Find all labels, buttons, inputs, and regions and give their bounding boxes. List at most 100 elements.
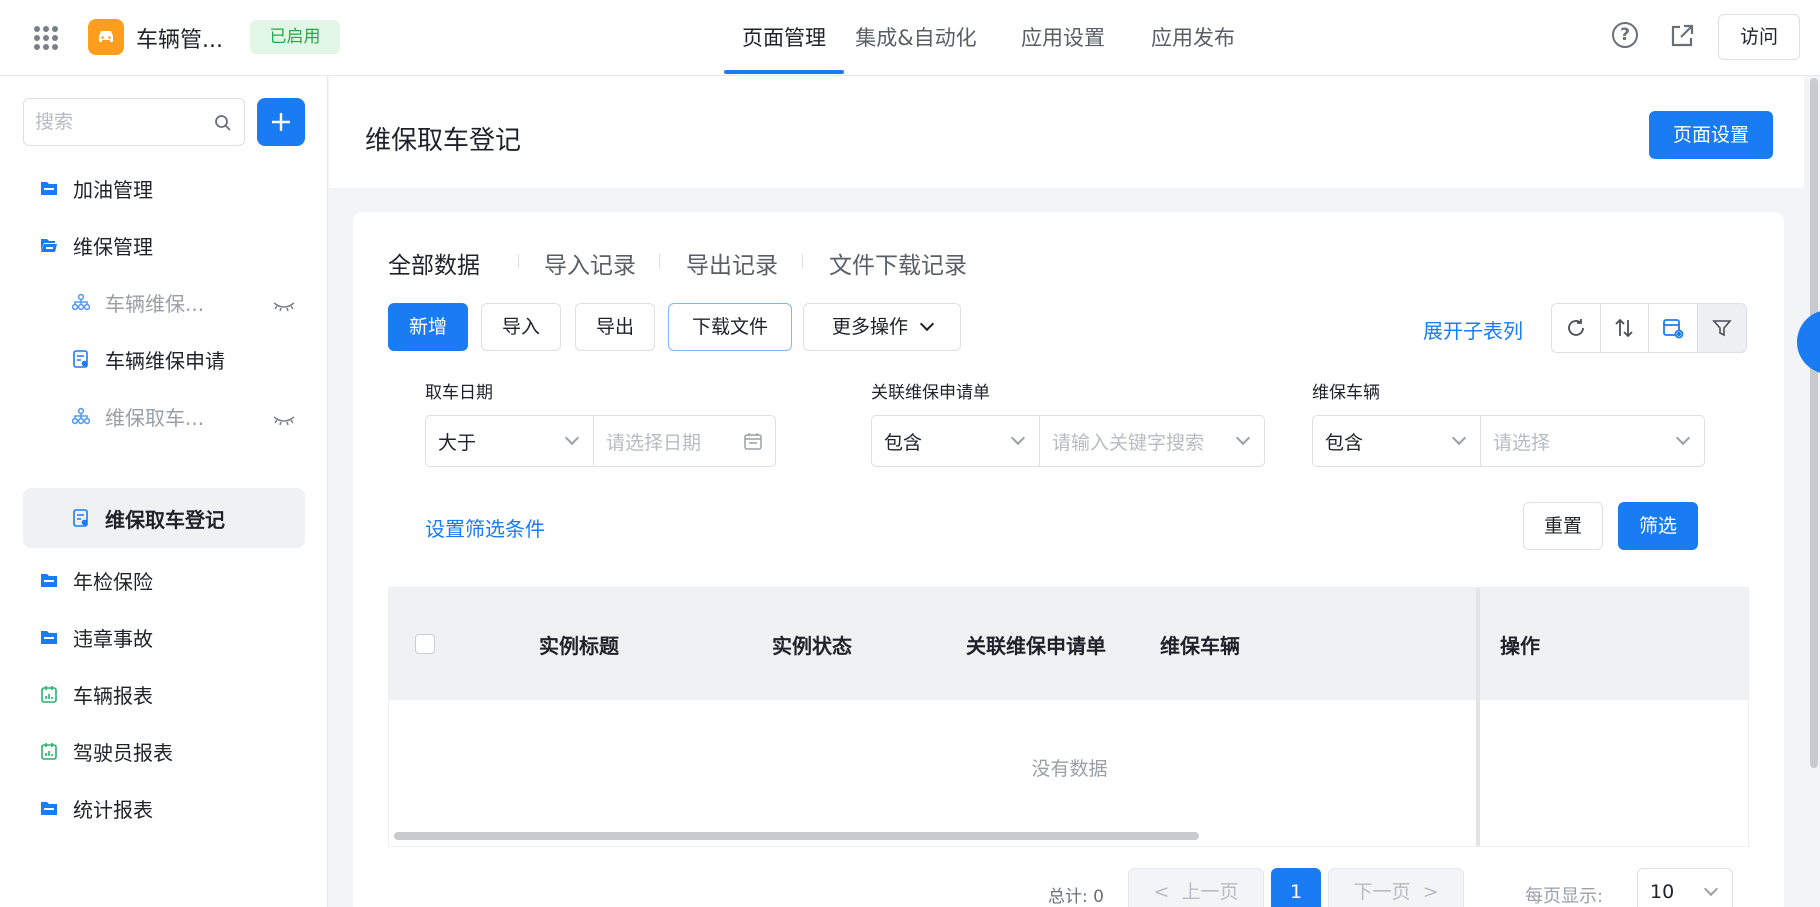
filter-label-linked-request: 关联维保申请单 bbox=[871, 383, 990, 403]
more-actions-label: 更多操作 bbox=[831, 316, 908, 338]
refresh-icon[interactable] bbox=[1552, 304, 1601, 352]
hidden-eye-icon[interactable] bbox=[273, 294, 295, 318]
next-page-button[interactable]: 下一页 > bbox=[1328, 868, 1464, 907]
page-number-current[interactable]: 1 bbox=[1271, 868, 1321, 907]
nav-app-publish[interactable]: 应用发布 bbox=[1140, 0, 1246, 76]
expand-subtable-link[interactable]: 展开子表列 bbox=[1423, 315, 1523, 344]
chevron-down-icon bbox=[919, 316, 935, 332]
folder-open-icon bbox=[39, 235, 59, 255]
status-badge: 已启用 bbox=[250, 20, 340, 54]
chevron-down-icon bbox=[1010, 430, 1026, 446]
folder-icon bbox=[39, 798, 59, 818]
nav-app-settings[interactable]: 应用设置 bbox=[1010, 0, 1116, 76]
visit-button[interactable]: 访问 bbox=[1718, 14, 1800, 60]
filter-operator-select[interactable]: 大于 bbox=[426, 416, 594, 466]
filter-label-vehicle: 维保车辆 bbox=[1312, 383, 1380, 403]
tab-divider bbox=[802, 254, 803, 268]
add-button[interactable]: 新增 bbox=[388, 303, 468, 351]
chevron-down-icon bbox=[1451, 430, 1467, 446]
sidebar-item-vehicle-maintenance-flow[interactable]: 车辆维保... bbox=[23, 272, 305, 332]
page-size-select[interactable]: 10 bbox=[1637, 868, 1733, 907]
chevron-down-icon bbox=[1235, 430, 1251, 446]
app-name[interactable]: 车辆管... bbox=[136, 22, 223, 54]
filter-label-pickup-date: 取车日期 bbox=[425, 383, 493, 403]
page-settings-button[interactable]: 页面设置 bbox=[1649, 111, 1773, 159]
download-file-button[interactable]: 下载文件 bbox=[668, 303, 792, 351]
external-link-icon[interactable] bbox=[1668, 22, 1696, 54]
app-grid-icon[interactable] bbox=[34, 26, 58, 50]
date-picker-input[interactable]: 请选择日期 bbox=[594, 416, 775, 466]
reset-button[interactable]: 重置 bbox=[1523, 502, 1603, 550]
sidebar-item-violations[interactable]: 违章事故 bbox=[23, 607, 305, 667]
sort-icon[interactable] bbox=[1601, 304, 1649, 352]
add-page-button[interactable] bbox=[257, 98, 305, 146]
tab-export-records[interactable]: 导出记录 bbox=[686, 246, 778, 280]
sidebar-item-fuel[interactable]: 加油管理 bbox=[23, 158, 305, 218]
filter-icon[interactable] bbox=[1697, 304, 1746, 352]
tab-all-data[interactable]: 全部数据 bbox=[388, 246, 480, 280]
nav-page-management[interactable]: 页面管理 bbox=[702, 0, 866, 76]
form-icon bbox=[71, 508, 91, 528]
search-input[interactable] bbox=[35, 109, 205, 135]
page-header: 维保取车登记 页面设置 bbox=[329, 76, 1804, 188]
data-table: 实例标题 实例状态 关联维保申请单 维保车辆 操作 没有数据 bbox=[388, 587, 1749, 847]
column-header-title[interactable]: 实例标题 bbox=[539, 630, 619, 659]
horizontal-scrollbar[interactable] bbox=[394, 832, 1199, 840]
nav-integration-automation[interactable]: 集成&自动化 bbox=[846, 0, 986, 76]
sidebar-item-pickup-registration[interactable]: 维保取车登记 bbox=[23, 488, 305, 548]
empty-state-text: 没有数据 bbox=[1031, 758, 1108, 780]
sidebar-item-vehicle-report[interactable]: 车辆报表 bbox=[23, 664, 305, 724]
sidebar-item-maintenance[interactable]: 维保管理 bbox=[23, 215, 305, 275]
sidebar-item-statistics[interactable]: 统计报表 bbox=[23, 778, 305, 838]
sidebar-search[interactable] bbox=[23, 98, 245, 146]
set-filter-conditions-link[interactable]: 设置筛选条件 bbox=[425, 513, 545, 542]
chevron-left-icon: < bbox=[1153, 881, 1170, 903]
operations-column: 操作 bbox=[1476, 588, 1748, 846]
operations-header-cell: 操作 bbox=[1480, 588, 1748, 700]
tab-divider bbox=[518, 254, 519, 268]
tab-file-download-records[interactable]: 文件下载记录 bbox=[829, 246, 967, 280]
sidebar-item-pickup-flow[interactable]: 维保取车... bbox=[23, 386, 305, 446]
hidden-eye-icon[interactable] bbox=[273, 408, 295, 432]
page-title: 维保取车登记 bbox=[365, 126, 522, 156]
prev-page-button[interactable]: < 上一页 bbox=[1128, 868, 1264, 907]
tab-import-records[interactable]: 导入记录 bbox=[544, 246, 636, 280]
workflow-icon bbox=[71, 406, 91, 426]
chevron-right-icon: > bbox=[1422, 881, 1439, 903]
apply-filter-button[interactable]: 筛选 bbox=[1618, 502, 1698, 550]
total-count: 总计: 0 bbox=[1048, 887, 1104, 907]
column-header-linked-request[interactable]: 关联维保申请单 bbox=[966, 630, 1106, 659]
sidebar-item-inspection-insurance[interactable]: 年检保险 bbox=[23, 550, 305, 610]
export-button[interactable]: 导出 bbox=[575, 303, 655, 351]
help-icon[interactable]: ? bbox=[1612, 22, 1638, 48]
vehicle-select[interactable]: 请选择 bbox=[1481, 416, 1704, 466]
column-header-status[interactable]: 实例状态 bbox=[772, 630, 852, 659]
top-bar: 车辆管... 已启用 页面管理 集成&自动化 应用设置 应用发布 ? 访问 bbox=[0, 0, 1820, 76]
form-icon bbox=[71, 349, 91, 369]
calendar-icon bbox=[744, 433, 762, 450]
vertical-scrollbar[interactable] bbox=[1810, 78, 1818, 768]
filter-vehicle: 包含 请选择 bbox=[1312, 415, 1705, 467]
sidebar-item-vehicle-maintenance-request[interactable]: 车辆维保申请 bbox=[23, 329, 305, 389]
data-card: 全部数据 导入记录 导出记录 文件下载记录 新增 导入 导出 下载文件 更多操作… bbox=[353, 212, 1784, 907]
folder-icon bbox=[39, 178, 59, 198]
chevron-down-icon bbox=[564, 430, 580, 446]
sidebar-item-driver-report[interactable]: 驾驶员报表 bbox=[23, 721, 305, 781]
table-tools bbox=[1551, 303, 1747, 353]
select-all-checkbox[interactable] bbox=[415, 634, 435, 654]
folder-icon bbox=[39, 627, 59, 647]
column-settings-icon[interactable] bbox=[1649, 304, 1698, 352]
filter-pickup-date: 大于 请选择日期 bbox=[425, 415, 776, 467]
workflow-icon bbox=[71, 292, 91, 312]
report-icon bbox=[39, 741, 59, 761]
assistant-bubble-icon[interactable] bbox=[1797, 310, 1820, 374]
search-icon[interactable] bbox=[214, 114, 232, 136]
filter-operator-select[interactable]: 包含 bbox=[872, 416, 1040, 466]
filter-operator-select[interactable]: 包含 bbox=[1313, 416, 1481, 466]
keyword-search-select[interactable]: 请输入关键字搜索 bbox=[1040, 416, 1264, 466]
car-icon bbox=[88, 19, 124, 55]
import-button[interactable]: 导入 bbox=[481, 303, 561, 351]
column-header-operations: 操作 bbox=[1500, 634, 1540, 658]
more-actions-button[interactable]: 更多操作 bbox=[803, 303, 961, 351]
column-header-vehicle[interactable]: 维保车辆 bbox=[1160, 630, 1240, 659]
